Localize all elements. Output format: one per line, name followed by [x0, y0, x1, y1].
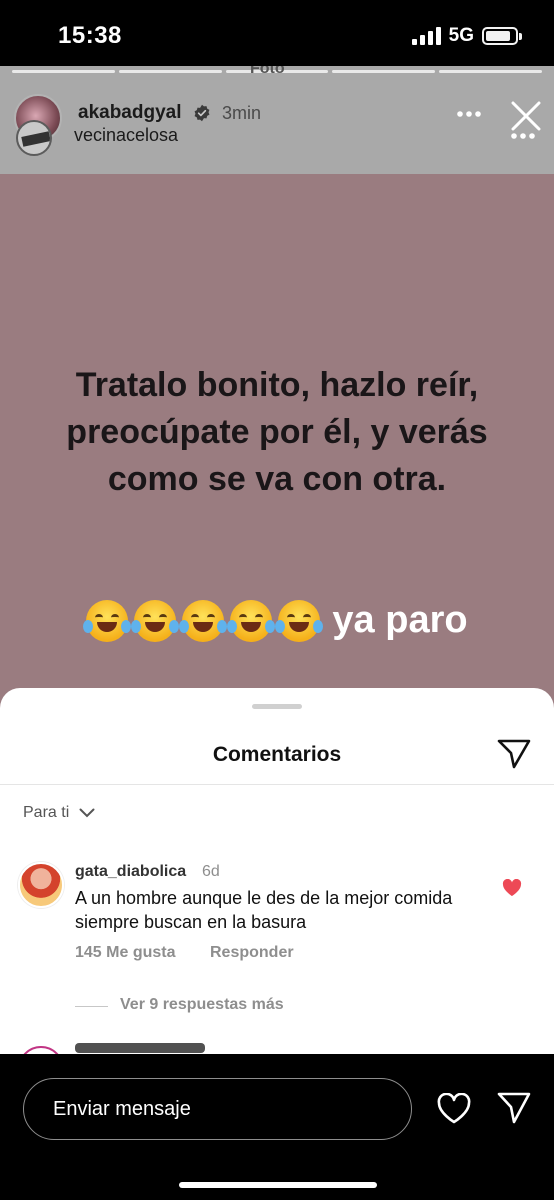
comment-text: A un hombre aunque le des de la mejor co… [75, 888, 453, 932]
comments-sheet: Comentarios Para ti gata_diabolica 6d A … [0, 688, 554, 1054]
comment-username[interactable]: gata_diabolica [75, 863, 186, 881]
avatar[interactable] [18, 1046, 64, 1054]
battery-icon [482, 27, 522, 45]
comment-likes[interactable]: 145 Me gusta [75, 944, 175, 962]
comment-time: 6d [202, 863, 220, 880]
face-with-tears-of-joy-icon [275, 599, 324, 642]
sort-dropdown[interactable]: Para ti [23, 804, 95, 822]
face-with-tears-of-joy-icon [83, 599, 132, 642]
story-emoji-line: ya paro [0, 599, 554, 642]
next-comment-username [75, 1043, 205, 1053]
sort-label: Para ti [23, 804, 70, 821]
avatar[interactable] [18, 862, 64, 908]
view-more-replies[interactable]: Ver 9 respuestas más [120, 996, 284, 1014]
more-options-icon[interactable] [456, 110, 482, 118]
bottom-bar: Enviar mensaje [0, 1054, 554, 1200]
avatar[interactable] [16, 120, 52, 156]
heart-filled-icon[interactable] [502, 879, 522, 897]
sheet-title: Comentarios [212, 743, 342, 766]
header-ghost-text: Foto [250, 66, 285, 77]
face-with-tears-of-joy-icon [227, 599, 276, 642]
status-bar: 15:38 5G [0, 0, 554, 66]
more-options-icon[interactable] [510, 132, 536, 140]
story-time: 3min [222, 103, 262, 123]
status-time: 15:38 [58, 22, 122, 49]
divider [0, 784, 554, 785]
signal-icon [411, 27, 441, 45]
story-quote-text: Tratalo bonito, hazlo reír, preocúpate p… [66, 366, 488, 498]
sheet-grabber[interactable] [252, 704, 302, 709]
story-avatars[interactable] [14, 94, 66, 156]
chevron-down-icon [79, 808, 95, 818]
story-username[interactable]: akabadgyal [78, 102, 182, 124]
send-icon[interactable] [497, 1092, 531, 1124]
verified-badge-icon [194, 104, 210, 122]
send-icon[interactable] [497, 739, 531, 769]
home-indicator[interactable] [179, 1182, 377, 1188]
status-indicators: 5G [411, 25, 522, 47]
story-second-username[interactable]: vecinacelosa [74, 125, 178, 146]
reply-button[interactable]: Responder [210, 944, 294, 962]
close-icon[interactable] [510, 100, 542, 132]
face-with-tears-of-joy-icon [179, 599, 228, 642]
story-header: Foto akabadgyal 3min vecinacelosa [0, 66, 554, 174]
message-input[interactable]: Enviar mensaje [23, 1078, 412, 1140]
face-with-tears-of-joy-icon [131, 599, 180, 642]
network-type: 5G [448, 25, 474, 46]
story-tail-text: ya paro [332, 599, 468, 641]
divider [75, 1006, 108, 1007]
story-content[interactable]: Tratalo bonito, hazlo reír, preocúpate p… [0, 174, 554, 714]
heart-icon[interactable] [436, 1093, 472, 1125]
